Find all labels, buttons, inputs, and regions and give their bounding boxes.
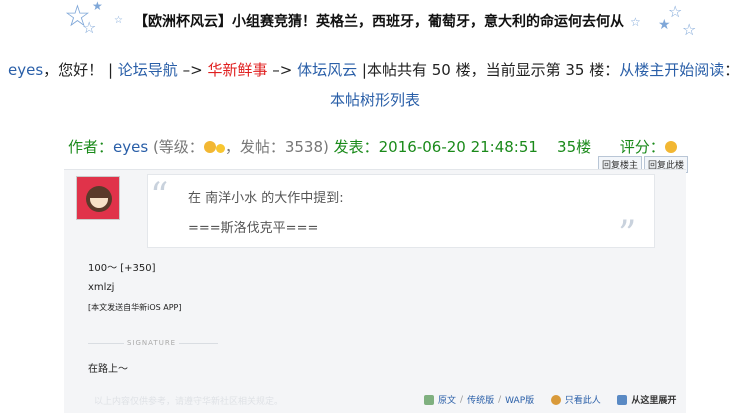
link-separator: / xyxy=(498,394,502,405)
username-link[interactable]: eyes xyxy=(8,61,43,79)
level-star-icon xyxy=(215,144,225,153)
title-bar: ☆ ★ ☆ ☆ 【欧洲杯风云】小组赛竞猜！英格兰，西班牙，葡萄牙，意大利的命运何… xyxy=(0,0,750,40)
expand-link[interactable]: 从这里展开 xyxy=(631,393,676,406)
document-icon xyxy=(424,394,434,405)
signature-label: SIGNATURE xyxy=(124,339,180,347)
rating-face-icon[interactable] xyxy=(664,141,677,153)
post-content-line: xmlzj xyxy=(88,282,115,293)
user-icon xyxy=(550,394,561,405)
star-icon: ☆ xyxy=(114,15,123,26)
level-face-icon xyxy=(203,141,216,153)
post-links: 原文 / 传统版 / WAP版 只看此人 从这里展开 xyxy=(424,393,676,406)
post-footer: 以上内容仅供参考，请遵守华新社区相关规定。 原文 / 传统版 / WAP版 只看… xyxy=(64,390,686,410)
post-content-line: 100～ [+350] xyxy=(88,263,156,274)
posted-label: 发表： xyxy=(333,138,379,156)
arrow-text: –> xyxy=(182,61,203,79)
star-icon: ☆ xyxy=(630,15,641,29)
section-link[interactable]: 体坛风云 xyxy=(297,61,357,79)
author-label: 作者： xyxy=(68,138,114,156)
footer-faint-text: 以上内容仅供参考，请遵守华新社区相关规定。 xyxy=(94,397,284,407)
author-link[interactable]: eyes xyxy=(113,138,148,156)
floor-number: 35楼 xyxy=(557,138,592,156)
close-quote-icon: ” xyxy=(618,214,637,255)
tree-list-link[interactable]: 本帖树形列表 xyxy=(330,89,420,110)
greeting-text: ，您好！ xyxy=(43,61,104,79)
open-quote-icon: “ xyxy=(150,176,169,217)
level-close: ，发帖：3538) xyxy=(224,138,329,156)
page-title: 【欧洲杯风云】小组赛竞猜！英格兰，西班牙，葡萄牙，意大利的命运何去何从 xyxy=(134,14,624,30)
forum-nav-link[interactable]: 论坛导航 xyxy=(118,61,178,79)
quote-attribution: 在 南洋小水 的大作中提到: xyxy=(188,191,344,206)
link-separator: / xyxy=(460,394,464,405)
post-datetime: 2016-06-20 21:48:51 xyxy=(378,138,538,156)
post-body: “ 在 南洋小水 的大作中提到: ===斯洛伐克平=== ” 100～ [+35… xyxy=(64,169,686,413)
star-icon: ★ xyxy=(92,0,103,13)
post-meta: 作者：eyes (等级： ，发帖：3538) 发表：2016-06-20 21:4… xyxy=(68,136,748,157)
divider: | xyxy=(107,61,114,79)
star-icon: ☆ xyxy=(82,18,97,37)
signature-text: 在路上～ xyxy=(88,364,128,375)
avatar[interactable] xyxy=(76,176,120,220)
post-content-line: [本文发送自华新iOS APP] xyxy=(88,303,182,312)
expand-icon xyxy=(617,394,628,405)
only-author-link[interactable]: 只看此人 xyxy=(565,393,601,406)
arrow-text: –> xyxy=(272,61,293,79)
level-open: (等级： xyxy=(152,138,204,156)
original-link[interactable]: 原文 xyxy=(438,393,456,406)
trail-text: ： xyxy=(724,61,740,79)
star-icon: ☆ xyxy=(668,2,683,21)
read-from-op-link[interactable]: 从楼主开始阅读 xyxy=(619,61,724,79)
traditional-link[interactable]: 传统版 xyxy=(467,393,494,406)
thread-summary: 本帖共有 50 楼，当前显示第 35 楼： xyxy=(366,61,620,79)
star-icon: ☆ xyxy=(682,20,697,39)
wap-link[interactable]: WAP版 xyxy=(505,393,534,406)
quote-block: “ 在 南洋小水 的大作中提到: ===斯洛伐克平=== ” xyxy=(147,174,655,253)
board-link[interactable]: 华新鲜事 xyxy=(207,61,267,79)
rating-label: 评分： xyxy=(619,138,665,156)
breadcrumb: eyes，您好！ | 论坛导航 –> 华新鲜事 –> 体坛风云 |本帖共有 50… xyxy=(8,59,748,80)
quote-text: ===斯洛伐克平=== xyxy=(188,221,319,236)
